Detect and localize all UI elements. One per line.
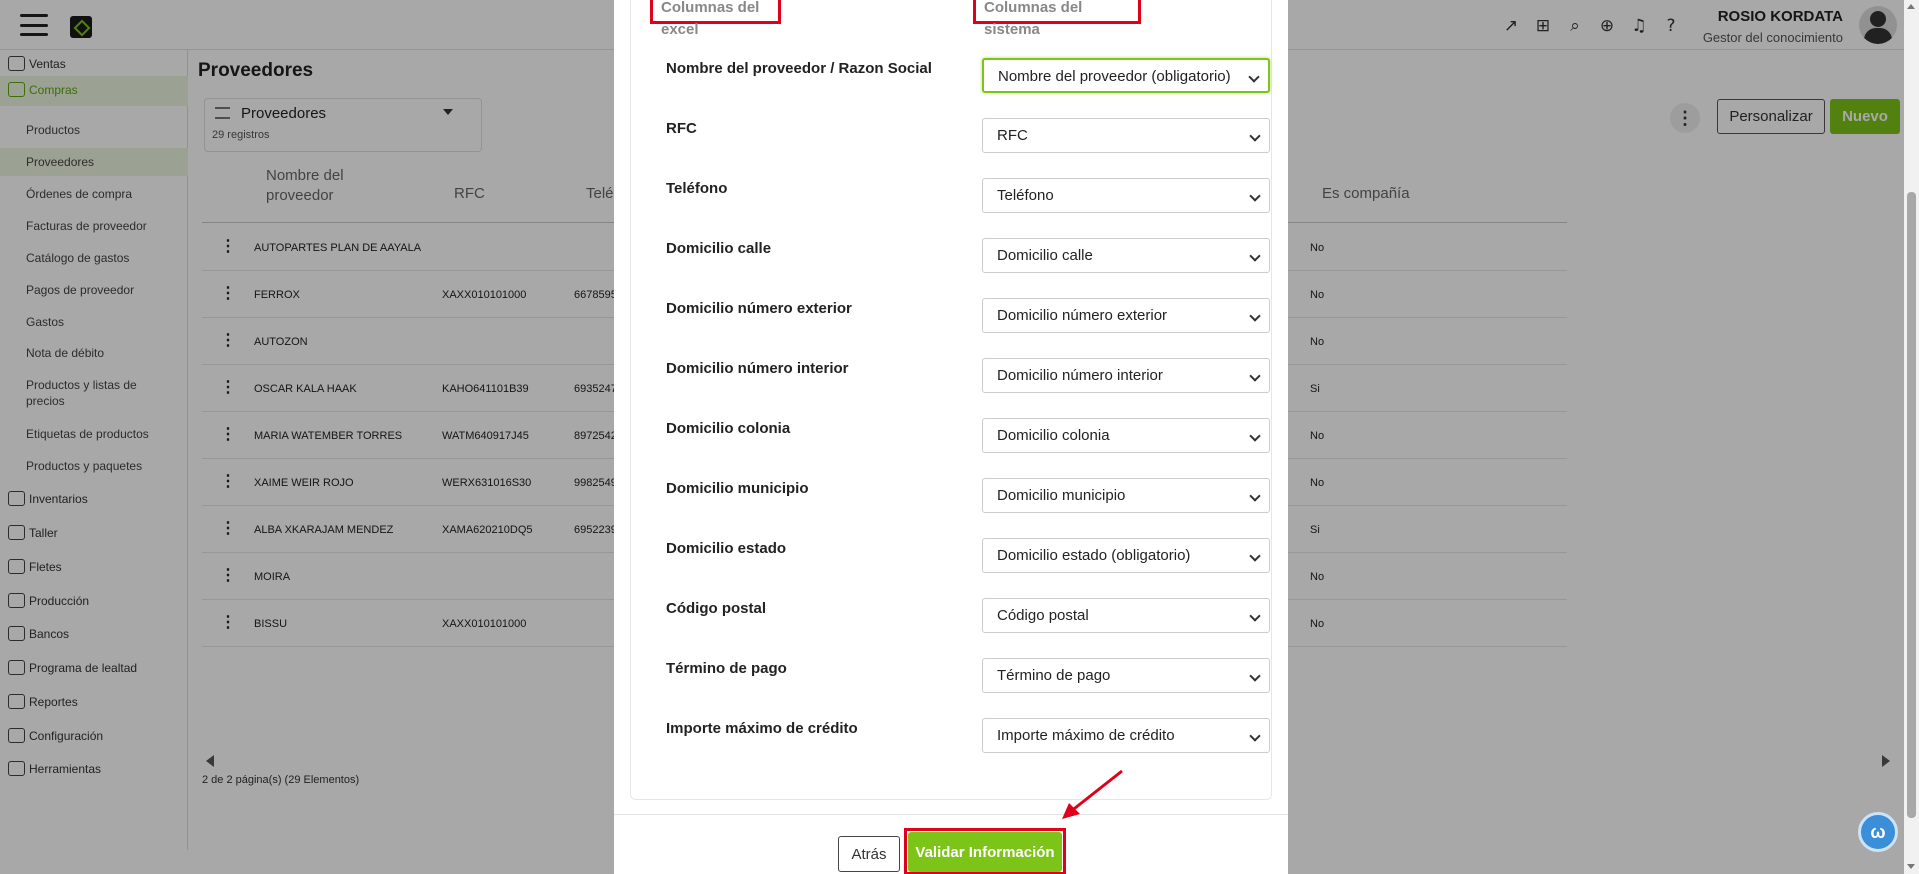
system-column-select[interactable]: Domicilio número exterior: [982, 298, 1270, 333]
scroll-down-icon[interactable]: [1907, 864, 1915, 869]
excel-column-label: Domicilio colonia: [666, 420, 791, 437]
excel-column-label: RFC: [666, 120, 697, 137]
system-column-select[interactable]: Domicilio número interior: [982, 358, 1270, 393]
excel-column-label: Teléfono: [666, 180, 728, 197]
excel-column-label: Nombre del proveedor / Razon Social: [666, 60, 932, 77]
excel-column-label: Término de pago: [666, 660, 787, 677]
excel-column-label: Domicilio municipio: [666, 480, 809, 497]
excel-column-label: Domicilio estado: [666, 540, 787, 557]
system-column-select[interactable]: Término de pago: [982, 658, 1270, 693]
excel-column-label: Código postal: [666, 600, 766, 617]
system-columns-header: Columnas del sistema: [973, 0, 1141, 38]
back-button[interactable]: Atrás: [838, 836, 900, 872]
system-column-select[interactable]: Domicilio colonia: [982, 418, 1270, 453]
scroll-up-icon[interactable]: [1907, 4, 1915, 9]
excel-column-label: Importe máximo de crédito: [666, 720, 858, 737]
system-column-select[interactable]: Código postal: [982, 598, 1270, 633]
system-column-select[interactable]: Domicilio estado (obligatorio): [982, 538, 1270, 573]
system-column-select[interactable]: RFC: [982, 118, 1270, 153]
excel-column-label: Domicilio número interior: [666, 360, 849, 377]
scrollbar-thumb[interactable]: [1907, 192, 1916, 818]
system-column-select[interactable]: Importe máximo de crédito: [982, 718, 1270, 753]
excel-columns-header: Columnas del excel: [650, 0, 781, 38]
page-scrollbar[interactable]: [1904, 0, 1919, 874]
validate-button[interactable]: Validar Información: [908, 832, 1062, 872]
system-column-select[interactable]: Domicilio calle: [982, 238, 1270, 273]
mapping-panel: Columnas del excel Columnas del sistema …: [630, 0, 1272, 800]
modal-footer: Atrás Validar Información: [614, 814, 1288, 874]
chat-widget-icon[interactable]: ω: [1858, 812, 1898, 852]
system-column-select[interactable]: Domicilio municipio: [982, 478, 1270, 513]
annotation-arrow-icon: [1062, 769, 1123, 819]
excel-column-label: Domicilio número exterior: [666, 300, 852, 317]
excel-column-label: Domicilio calle: [666, 240, 772, 257]
column-mapping-modal: Columnas del excel Columnas del sistema …: [614, 0, 1288, 874]
system-column-select[interactable]: Teléfono: [982, 178, 1270, 213]
system-column-select[interactable]: Nombre del proveedor (obligatorio): [982, 58, 1270, 93]
